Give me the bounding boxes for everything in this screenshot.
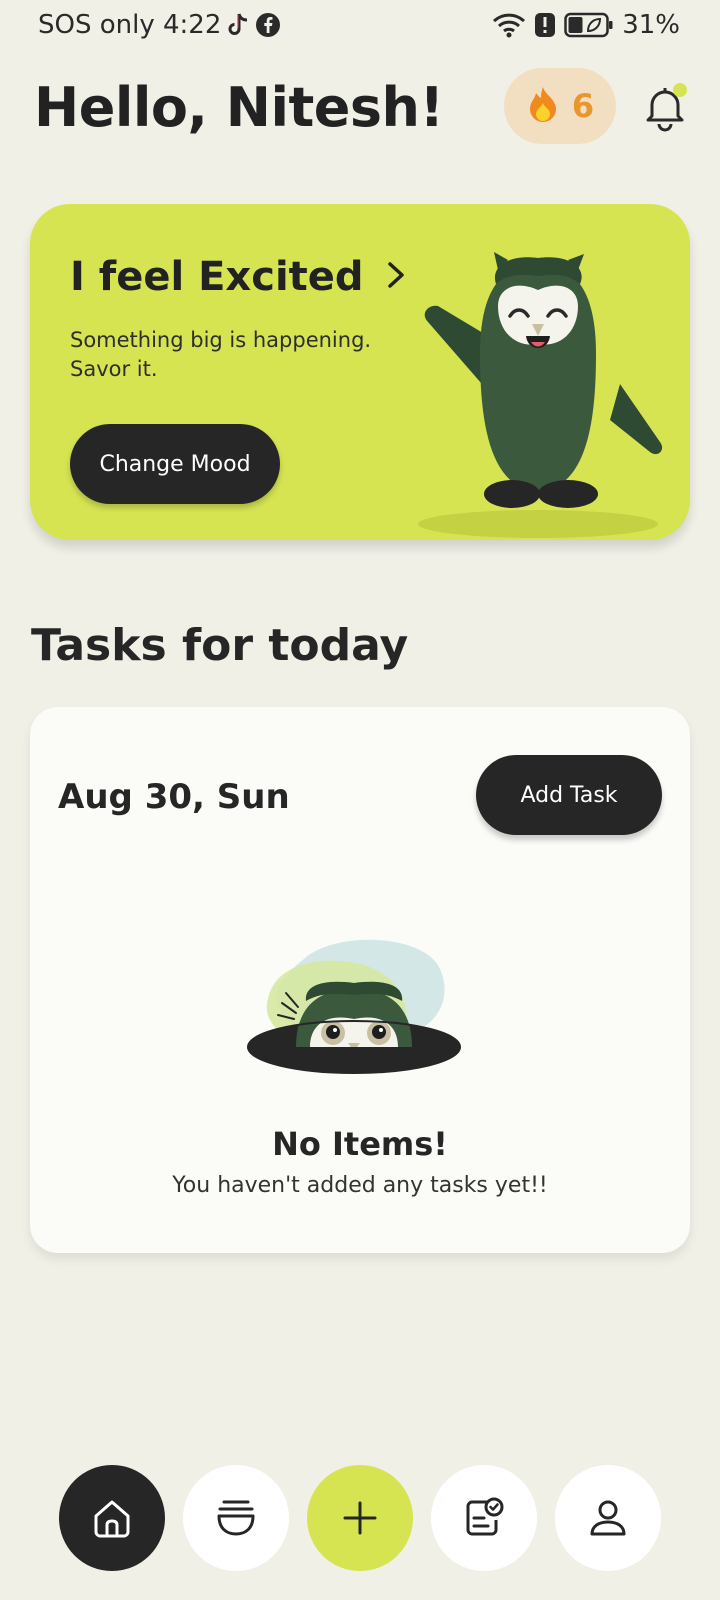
nav-pot-button[interactable] [183, 1465, 289, 1571]
nav-add-button[interactable] [307, 1465, 413, 1571]
streak-badge[interactable]: 6 [504, 68, 616, 144]
task-check-icon [462, 1496, 506, 1540]
empty-owl-illustration [244, 939, 464, 1089]
nav-tasks-button[interactable] [431, 1465, 537, 1571]
mood-card[interactable]: I feel Excited Something big is happenin… [30, 204, 690, 540]
notifications-bell-icon[interactable] [640, 82, 690, 132]
empty-state-title: No Items! [272, 1125, 448, 1163]
pot-icon [214, 1496, 258, 1540]
excited-owl-illustration [398, 224, 690, 540]
battery-text: 31% [622, 10, 680, 40]
empty-state-subtitle: You haven't added any tasks yet!! [172, 1173, 548, 1198]
mood-title-text: I feel Excited [70, 254, 364, 300]
home-screen: SOS only 4:22 31% Hello, Nitesh! 6 I fee… [0, 0, 720, 1600]
streak-count: 6 [571, 87, 595, 125]
bottom-navigation [0, 1465, 720, 1571]
nav-profile-button[interactable] [555, 1465, 661, 1571]
alert-icon [534, 12, 556, 38]
status-right: 31% [492, 10, 680, 40]
tasks-section-title: Tasks for today [31, 620, 409, 671]
tasks-card: Aug 30, Sun Add Task No Items! You haven… [30, 707, 690, 1253]
battery-icon [564, 12, 614, 38]
mood-description: Something big is happening. Savor it. [70, 328, 372, 381]
status-time-text: SOS only 4:22 [38, 10, 222, 40]
wifi-icon [492, 12, 526, 38]
add-task-button[interactable]: Add Task [476, 755, 662, 835]
status-bar: SOS only 4:22 31% [0, 0, 720, 56]
change-mood-button[interactable]: Change Mood [70, 424, 280, 504]
greeting-title: Hello, Nitesh! [34, 76, 444, 139]
status-left: SOS only 4:22 [38, 10, 281, 40]
mood-title[interactable]: I feel Excited [70, 254, 406, 300]
tiktok-icon [227, 12, 249, 38]
facebook-icon [255, 12, 281, 38]
nav-home-button[interactable] [59, 1465, 165, 1571]
plus-icon [340, 1498, 380, 1538]
fire-icon [526, 85, 560, 127]
home-icon [90, 1496, 134, 1540]
profile-icon [586, 1496, 630, 1540]
task-date: Aug 30, Sun [58, 777, 290, 817]
